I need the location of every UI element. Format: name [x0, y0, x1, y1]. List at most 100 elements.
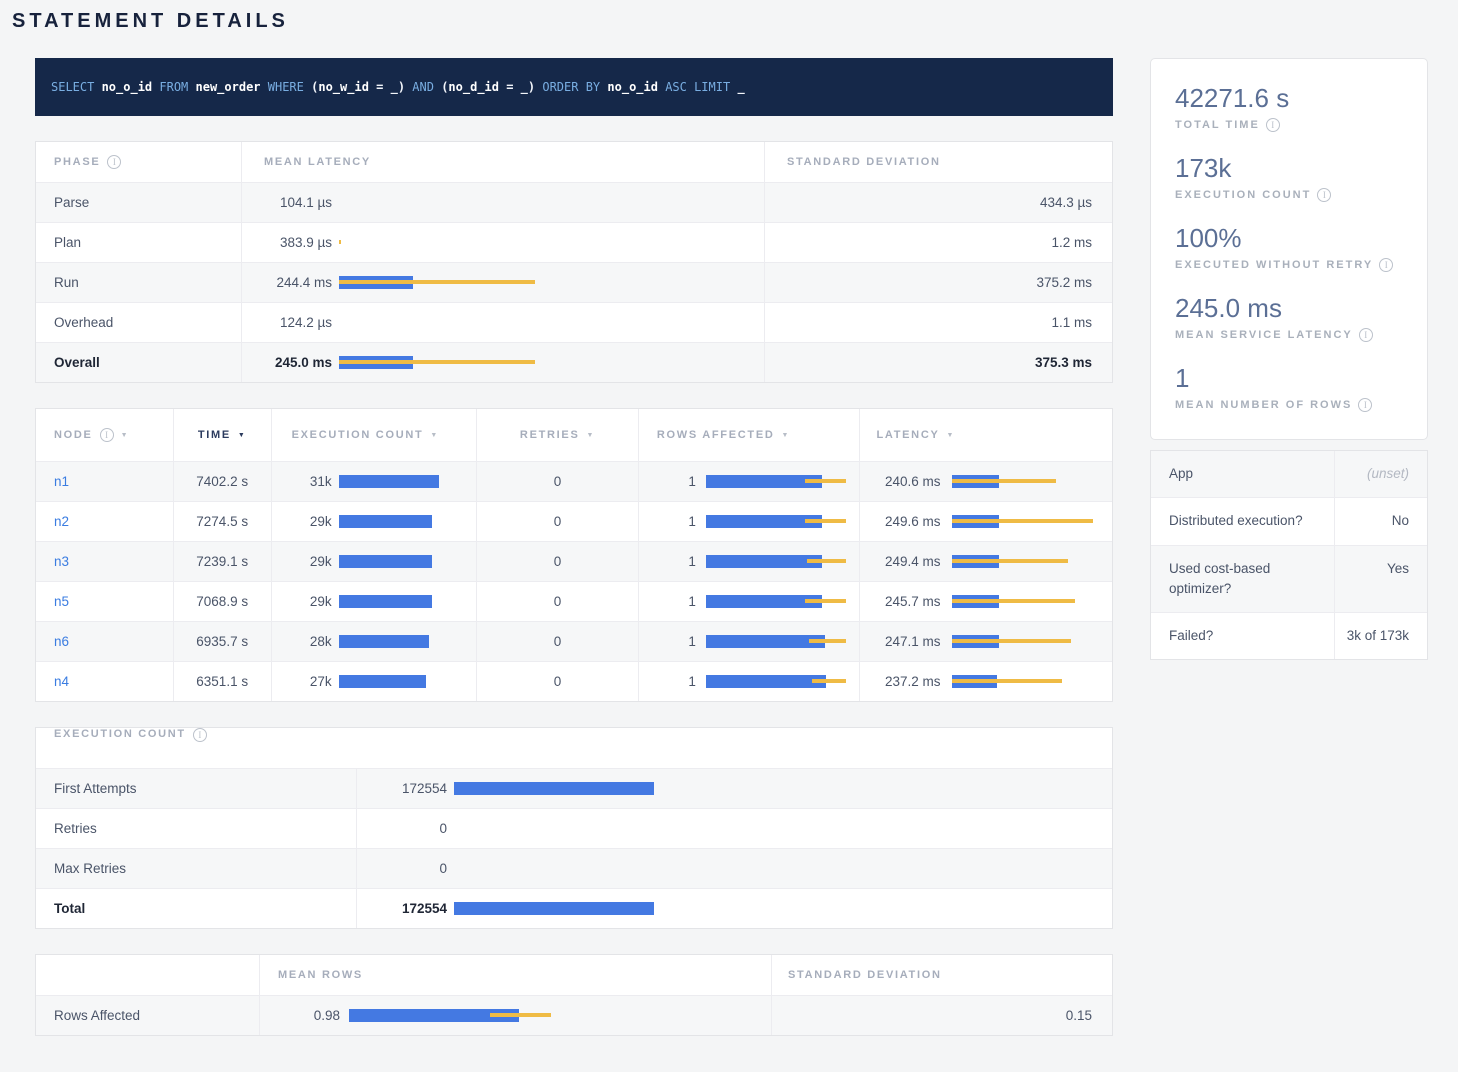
execution-count-value: 28k: [272, 634, 332, 649]
latency-cell: 237.2 ms: [859, 662, 1112, 701]
execution-count-row-label: First Attempts: [36, 769, 356, 808]
info-icon[interactable]: i: [1317, 188, 1331, 202]
stddev-line: [490, 1013, 551, 1017]
mean-latency-value: 383.9 µs: [242, 235, 332, 250]
execution-count-row-value: 172554: [357, 781, 447, 796]
bar-chart: [339, 236, 535, 249]
rows-affected-value: 1: [639, 594, 696, 609]
node-table-sort-header-node[interactable]: NODEi▼: [36, 409, 173, 461]
rows-affected-header: Mean Rows Standard Deviation: [36, 955, 1112, 995]
info-icon[interactable]: i: [193, 728, 207, 742]
node-link[interactable]: n2: [54, 514, 69, 529]
summary-stat: 100%EXECUTED WITHOUT RETRYi: [1175, 223, 1417, 272]
stddev-line: [952, 519, 1093, 523]
rows-affected-cell: 1: [638, 582, 860, 621]
bar-chart: [454, 822, 654, 835]
sort-caret-icon: ▼: [782, 432, 791, 439]
app-detail-value: No: [1334, 498, 1427, 544]
app-detail-value: (unset): [1334, 451, 1427, 497]
mean-bar: [339, 635, 429, 648]
app-detail-label: Failed?: [1151, 613, 1334, 659]
mean-bar: [706, 635, 825, 648]
node-link[interactable]: n6: [54, 634, 69, 649]
execution-count-row: Max Retries0: [36, 848, 1112, 888]
node-table-sort-header-retries[interactable]: RETRIES▼: [476, 409, 638, 461]
info-icon[interactable]: i: [1359, 328, 1373, 342]
stddev-line: [812, 679, 846, 683]
node-row: n37239.1 s29k01249.4 ms: [36, 541, 1112, 581]
retries-cell: 0: [476, 462, 638, 501]
sql-token-identifier: new_order: [196, 80, 268, 94]
node-link[interactable]: n3: [54, 554, 69, 569]
node-table-sort-header-time[interactable]: TIME▼: [173, 409, 271, 461]
info-icon[interactable]: i: [1358, 398, 1372, 412]
std-deviation-column-header: Standard Deviation: [764, 142, 1112, 182]
node-table-sort-header-rows-affected[interactable]: ROWS AFFECTED▼: [638, 409, 860, 461]
bar-chart: [454, 782, 654, 795]
bar-chart: [706, 515, 846, 528]
bar-chart: [952, 635, 1102, 648]
rows-affected-cell: 1: [638, 542, 860, 581]
bar-chart: [339, 475, 439, 488]
node-cell: n4: [36, 662, 173, 701]
sort-caret-icon: ▼: [947, 432, 956, 439]
phase-label: Overall: [36, 343, 241, 382]
phase-row: Overhead124.2 µs1.1 ms: [36, 302, 1112, 342]
mean-latency-value: 104.1 µs: [242, 195, 332, 210]
bar-chart: [339, 595, 439, 608]
summary-stat-value: 1: [1175, 363, 1417, 394]
bar-chart: [339, 515, 439, 528]
execution-count-body: First Attempts172554Retries0Max Retries0…: [36, 768, 1112, 928]
latency-cell: 249.6 ms: [859, 502, 1112, 541]
rows-affected-empty-header: [36, 955, 259, 995]
execution-count-cell: 29k: [271, 582, 477, 621]
node-cell: n3: [36, 542, 173, 581]
node-table-sort-header-latency[interactable]: LATENCY▼: [859, 409, 1112, 461]
time-cell: 7239.1 s: [173, 542, 271, 581]
bar-chart: [706, 475, 846, 488]
info-icon[interactable]: i: [107, 155, 121, 169]
execution-count-row-label: Max Retries: [36, 849, 356, 888]
phase-row: Parse104.1 µs434.3 µs: [36, 182, 1112, 222]
execution-count-value: 27k: [272, 674, 332, 689]
phase-std-value: 375.3 ms: [764, 343, 1112, 382]
execution-count-value: 29k: [272, 514, 332, 529]
stddev-line: [805, 599, 846, 603]
page-title: STATEMENT DETAILS: [12, 10, 1458, 33]
app-detail-value: 3k of 173k: [1334, 613, 1427, 659]
info-icon[interactable]: i: [1266, 118, 1280, 132]
app-detail-row: Distributed execution?No: [1151, 497, 1427, 544]
sql-token-identifier: no_o_id: [102, 80, 160, 94]
rows-affected-cell: 1: [638, 502, 860, 541]
main-column: SELECT no_o_id FROM new_order WHERE (no_…: [35, 58, 1113, 1036]
rows-affected-value: 1: [639, 474, 696, 489]
node-link[interactable]: n1: [54, 474, 69, 489]
stddev-line: [809, 639, 845, 643]
execution-count-row: First Attempts172554: [36, 768, 1112, 808]
stddev-line: [952, 599, 1075, 603]
node-row: n57068.9 s29k01245.7 ms: [36, 581, 1112, 621]
sql-token-identifier: no_o_id: [607, 80, 665, 94]
bar-chart: [339, 196, 535, 209]
mean-bar: [454, 782, 654, 795]
summary-stat-value: 245.0 ms: [1175, 293, 1417, 324]
info-icon[interactable]: i: [100, 428, 114, 442]
execution-count-row: Retries0: [36, 808, 1112, 848]
phase-std-value: 375.2 ms: [764, 263, 1112, 302]
node-link[interactable]: n4: [54, 674, 69, 689]
mean-rows-column-label: Mean Rows: [278, 969, 363, 981]
bar-chart: [339, 555, 439, 568]
phase-std-value: 434.3 µs: [764, 183, 1112, 222]
mean-bar: [454, 902, 654, 915]
column-label: RETRIES: [520, 429, 580, 441]
node-link[interactable]: n5: [54, 594, 69, 609]
node-table-sort-header-execution-count[interactable]: EXECUTION COUNT▼: [271, 409, 477, 461]
phase-column-label: Phase: [54, 156, 100, 168]
column-label: NODE: [54, 429, 93, 441]
summary-stats-card: 42271.6 sTOTAL TIMEi173kEXECUTION COUNTi…: [1150, 58, 1428, 440]
app-detail-row: Failed?3k of 173k: [1151, 612, 1427, 659]
info-icon[interactable]: i: [1379, 258, 1393, 272]
summary-stat: 173kEXECUTION COUNTi: [1175, 153, 1417, 202]
phase-row: Plan383.9 µs1.2 ms: [36, 222, 1112, 262]
sql-token-keyword: WHERE: [268, 80, 311, 94]
